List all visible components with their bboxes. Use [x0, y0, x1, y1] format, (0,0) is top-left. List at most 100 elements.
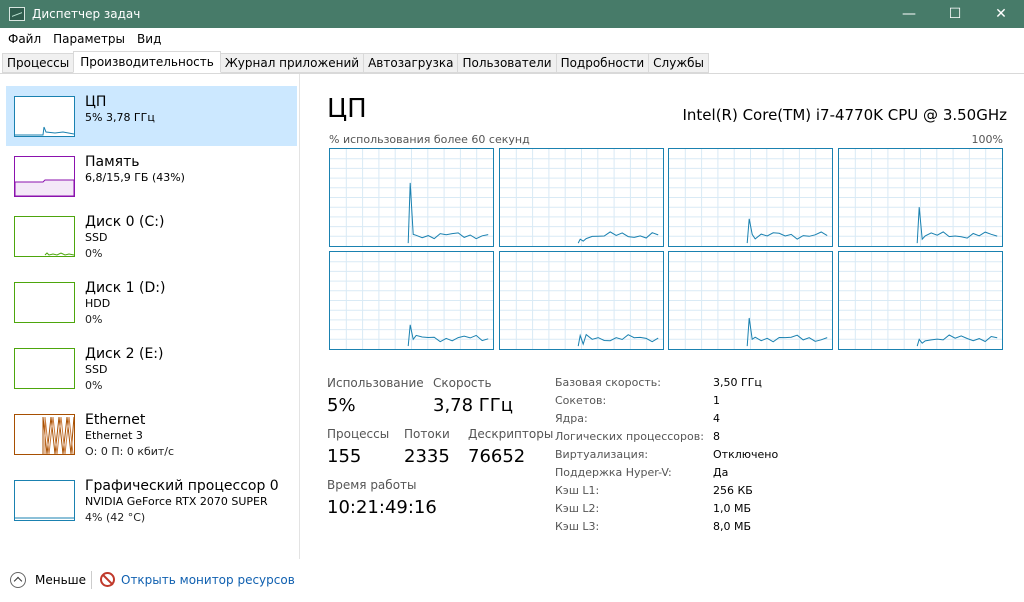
logical-processor-trace: [499, 252, 663, 349]
tab-services[interactable]: Службы: [648, 53, 710, 73]
footer-separator: [91, 571, 92, 589]
window-controls: — ☐ ✕: [886, 0, 1024, 28]
spec-label: Кэш L3:: [555, 520, 600, 533]
menu-view[interactable]: Вид: [131, 32, 167, 46]
sidebar-item-sub: HDD: [85, 297, 111, 310]
usage-label: Использование: [327, 376, 424, 390]
logical-processor-graph: [329, 148, 494, 247]
menu-bar: Файл Параметры Вид: [0, 28, 1024, 50]
spec-label: Кэш L2:: [555, 502, 600, 515]
cpu-detail-panel: ЦП Intel(R) Core(TM) i7-4770K CPU @ 3.50…: [301, 74, 1024, 559]
uptime-label: Время работы: [327, 478, 417, 492]
cpu-thumbnail-graph: [14, 96, 75, 137]
sidebar-item-sub2: О: 0 П: 0 кбит/с: [85, 445, 175, 458]
tab-users[interactable]: Пользователи: [457, 53, 557, 73]
tab-bar: Процессы Производительность Журнал прило…: [0, 51, 1024, 74]
title-bar: Диспетчер задач — ☐ ✕: [0, 0, 1024, 28]
sidebar-item-disk2[interactable]: Диск 2 (E:) SSD 0%: [6, 338, 297, 398]
graph-caption: % использования более 60 секунд: [329, 133, 530, 146]
logical-processor-graph: [668, 251, 833, 350]
spec-value: 8,0 МБ: [713, 520, 752, 533]
tab-app-history[interactable]: Журнал приложений: [219, 53, 365, 73]
sidebar-item-title: Графический процессор 0: [85, 478, 279, 494]
sidebar-item-memory[interactable]: Память 6,8/15,9 ГБ (43%): [6, 146, 297, 206]
usage-value: 5%: [327, 395, 356, 416]
spec-value: Да: [713, 466, 729, 479]
speed-value: 3,78 ГГц: [433, 395, 514, 416]
minimize-button[interactable]: —: [886, 0, 932, 28]
task-manager-icon: [9, 7, 25, 21]
open-resource-monitor-link[interactable]: Открыть монитор ресурсов: [121, 573, 295, 587]
handles-value: 76652: [468, 446, 526, 467]
uptime-value: 10:21:49:16: [327, 497, 437, 518]
maximize-button[interactable]: ☐: [932, 0, 978, 28]
footer-bar: Меньше Открыть монитор ресурсов: [0, 559, 1024, 602]
page-title: ЦП: [327, 94, 367, 124]
handles-label: Дескрипторы: [468, 427, 554, 441]
sidebar-item-sub2: 4% (42 °C): [85, 511, 146, 524]
spec-value: Отключено: [713, 448, 779, 461]
tab-details[interactable]: Подробности: [555, 53, 650, 73]
logical-processor-graph: [498, 148, 664, 247]
chevron-up-icon[interactable]: [10, 572, 26, 588]
sidebar-item-sub: SSD: [85, 363, 108, 376]
sidebar-item-title: Диск 1 (D:): [85, 280, 166, 296]
sidebar-item-sub2: 0%: [85, 247, 103, 260]
speed-label: Скорость: [433, 376, 492, 390]
processes-label: Процессы: [327, 427, 390, 441]
spec-label: Логических процессоров:: [555, 430, 704, 443]
logical-processor-graph: [668, 148, 833, 247]
logical-processor-graph: [837, 251, 1003, 350]
sidebar-item-disk1[interactable]: Диск 1 (D:) HDD 0%: [6, 272, 297, 332]
sidebar-item-sub2: 0%: [85, 313, 103, 326]
sidebar-item-disk0[interactable]: Диск 0 (C:) SSD 0%: [6, 206, 297, 266]
menu-file[interactable]: Файл: [0, 32, 47, 46]
disk0-thumbnail-graph: [14, 216, 75, 257]
sidebar-item-title: Диск 2 (E:): [85, 346, 164, 362]
sidebar-item-gpu[interactable]: Графический процессор 0 NVIDIA GeForce R…: [6, 470, 297, 530]
logical-processor-trace: [669, 149, 832, 246]
tab-performance[interactable]: Производительность: [73, 51, 221, 73]
logical-processor-trace: [330, 149, 493, 246]
disk1-thumbnail-graph: [14, 282, 75, 323]
close-button[interactable]: ✕: [978, 0, 1024, 28]
sidebar-item-title: Память: [85, 154, 140, 170]
sidebar-item-title: Ethernet: [85, 412, 146, 428]
spec-label: Кэш L1:: [555, 484, 600, 497]
sidebar-item-ethernet[interactable]: Ethernet Ethernet 3 О: 0 П: 0 кбит/с: [6, 404, 297, 464]
tab-startup[interactable]: Автозагрузка: [363, 53, 459, 73]
threads-label: Потоки: [404, 427, 450, 441]
spec-value: 1: [713, 394, 720, 407]
menu-options[interactable]: Параметры: [47, 32, 131, 46]
sidebar-item-sub: Ethernet 3: [85, 429, 143, 442]
cpu-model-name: Intel(R) Core(TM) i7-4770K CPU @ 3.50GHz: [682, 106, 1007, 124]
sidebar-item-title: ЦП: [85, 94, 107, 110]
sidebar-item-sub2: 0%: [85, 379, 103, 392]
logical-processor-graph: [329, 251, 494, 350]
spec-value: 256 КБ: [713, 484, 753, 497]
spec-label: Сокетов:: [555, 394, 607, 407]
spec-label: Виртуализация:: [555, 448, 649, 461]
logical-processor-trace: [330, 252, 493, 349]
logical-processor-graphs: [329, 148, 1003, 352]
sidebar-item-title: Диск 0 (C:): [85, 214, 165, 230]
task-manager-window: Диспетчер задач — ☐ ✕ Файл Параметры Вид…: [0, 0, 1024, 602]
sidebar-item-cpu[interactable]: ЦП 5% 3,78 ГГц: [6, 86, 297, 146]
logical-processor-graph: [837, 148, 1003, 247]
gpu-thumbnail-graph: [14, 480, 75, 521]
ethernet-thumbnail-graph: [14, 414, 75, 455]
tab-processes[interactable]: Процессы: [2, 53, 75, 73]
threads-value: 2335: [404, 446, 450, 467]
logical-processor-trace: [838, 252, 1002, 349]
spec-value: 1,0 МБ: [713, 502, 752, 515]
disk2-thumbnail-graph: [14, 348, 75, 389]
resource-sidebar: ЦП 5% 3,78 ГГц Память 6,8/15,9 ГБ (43%) …: [0, 74, 300, 559]
spec-label: Поддержка Hyper-V:: [555, 466, 672, 479]
spec-label: Ядра:: [555, 412, 588, 425]
memory-thumbnail-graph: [14, 156, 75, 197]
fewer-details-button[interactable]: Меньше: [35, 573, 86, 587]
graph-max-label: 100%: [971, 133, 1003, 146]
spec-label: Базовая скорость:: [555, 376, 661, 389]
logical-processor-trace: [499, 149, 663, 246]
sidebar-item-sub: NVIDIA GeForce RTX 2070 SUPER: [85, 495, 268, 508]
